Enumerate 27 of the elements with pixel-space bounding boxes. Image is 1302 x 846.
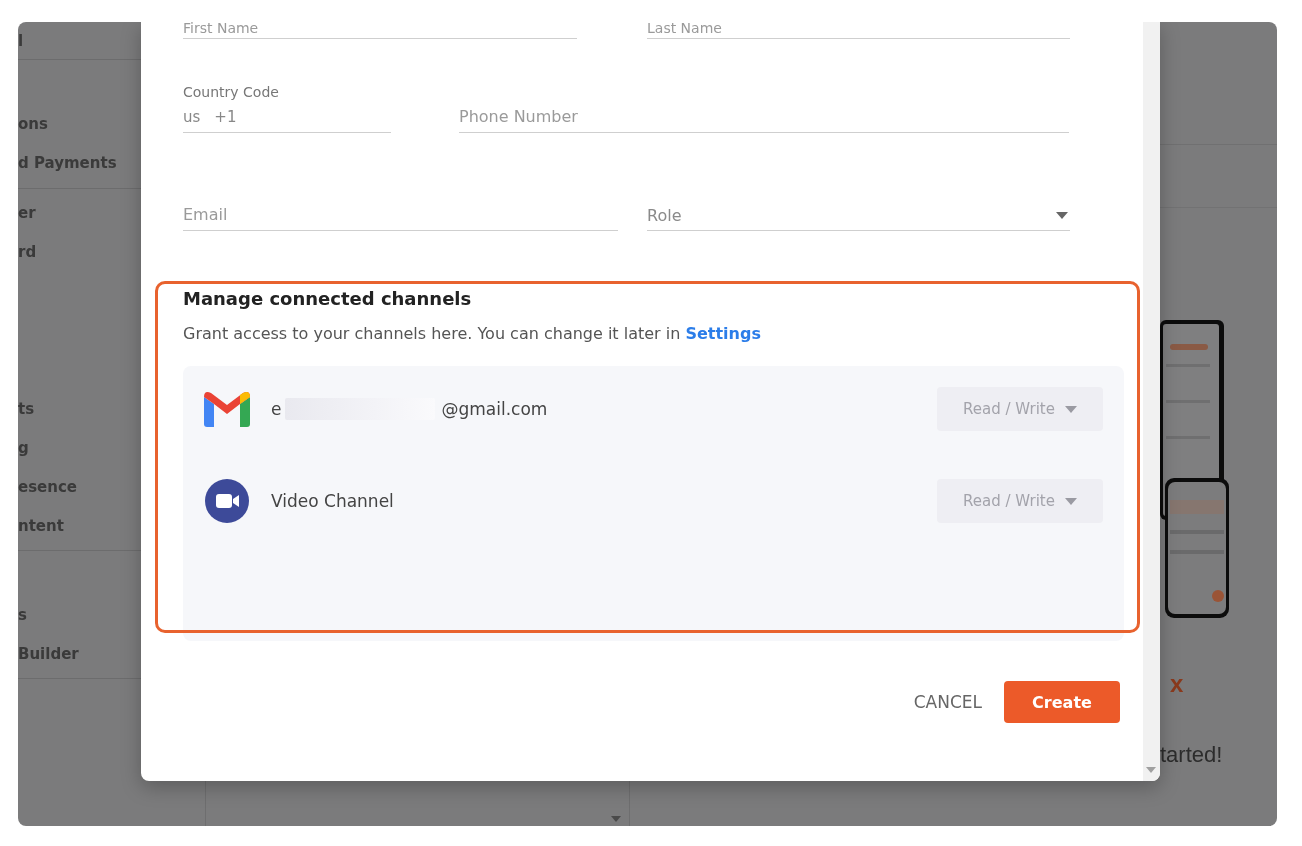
tagline-text: tarted! [1160,742,1223,768]
caret-icon [611,816,621,822]
settings-link[interactable]: Settings [685,324,761,343]
section-description: Grant access to your channels here. You can change it later in [183,324,681,343]
role-dropdown[interactable]: Role [647,206,1070,231]
channel-name: Video Channel [271,491,394,511]
scrollbar[interactable] [1143,22,1160,781]
input-field[interactable]: Phone Number [459,107,1069,133]
caret-icon [1064,497,1077,505]
country-code-field[interactable]: us +1 [183,108,391,133]
access-dropdown[interactable]: Read / Write [937,387,1103,431]
brand-text: x [1170,670,1184,698]
cancel-button[interactable]: CANCEL [913,684,982,720]
scroll-down-icon[interactable] [1146,767,1156,773]
input-field[interactable]: Last Name [647,22,1070,39]
channel-name: e [271,399,282,419]
section-title: Manage connected channels [183,288,473,309]
access-dropdown[interactable]: Read / Write [937,479,1103,523]
video-camera-icon [204,478,250,524]
channel-name: @gmail.com [441,399,548,419]
input-field[interactable]: Email [183,205,618,231]
field-label: Country Code [183,84,280,100]
mail-icon [204,391,250,427]
input-field[interactable]: First Name [183,22,577,39]
create-button[interactable]: Create [1004,681,1120,723]
caret-icon [1056,212,1068,219]
caret-icon [1064,405,1077,413]
